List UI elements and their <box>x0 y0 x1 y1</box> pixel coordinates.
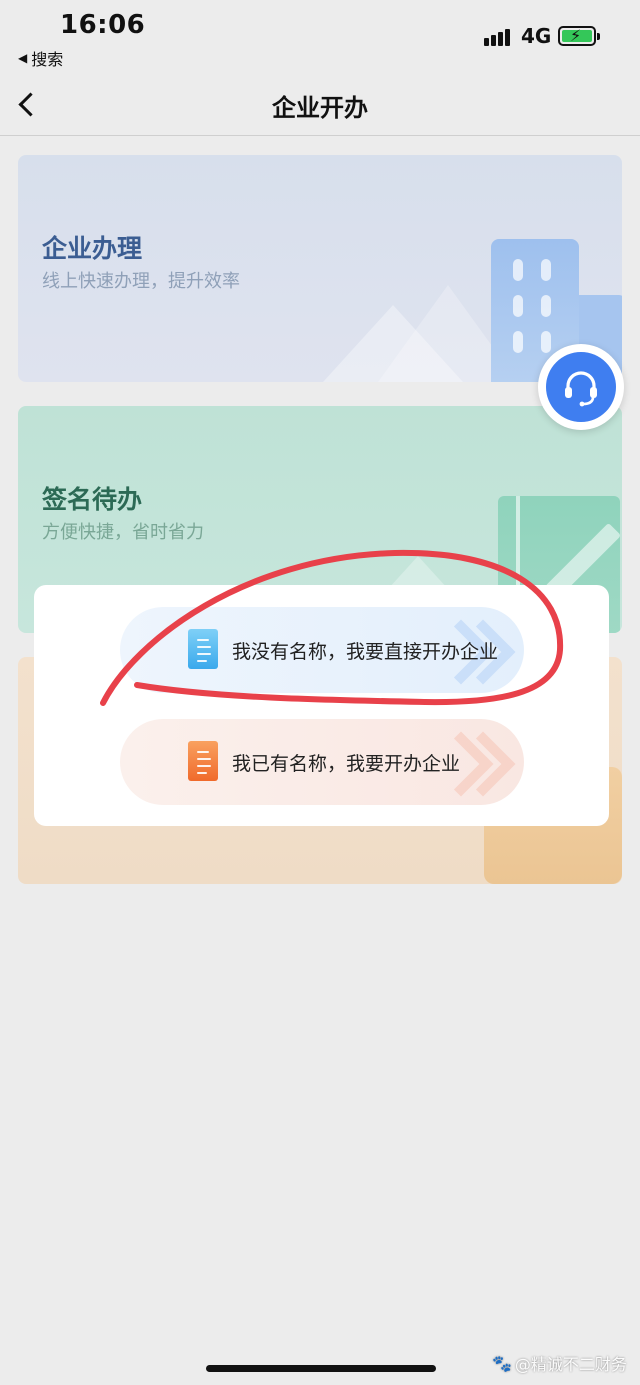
headset-icon <box>565 371 597 407</box>
home-indicator[interactable] <box>206 1365 436 1372</box>
back-to-app-link[interactable]: ◀ 搜索 <box>18 46 63 70</box>
status-bar: 16:06 ◀ 搜索 4G ⚡ <box>0 0 640 76</box>
watermark: 🐾 @精诚不二财务 <box>492 1351 627 1375</box>
back-triangle-icon: ◀ <box>18 51 28 65</box>
document-orange-icon <box>188 741 218 781</box>
paw-icon: 🐾 <box>492 1353 512 1373</box>
card-subtitle: 线上快速办理，提升效率 <box>42 271 240 292</box>
back-app-label: 搜索 <box>31 50 64 69</box>
option-no-name-button[interactable]: 我没有名称，我要直接开办企业 <box>120 607 524 693</box>
card-subtitle: 方便快捷，省时省力 <box>42 522 204 543</box>
option-label: 我已有名称，我要开办企业 <box>232 753 461 775</box>
document-blue-icon <box>188 629 218 669</box>
card-enterprise-handling[interactable]: 企业办理 线上快速办理，提升效率 <box>18 155 622 382</box>
customer-service-button[interactable] <box>538 344 624 430</box>
option-label: 我没有名称，我要直接开办企业 <box>232 641 499 663</box>
navigation-bar: 企业开办 <box>0 76 640 136</box>
cellular-signal-icon <box>484 26 516 46</box>
page-title: 企业开办 <box>272 94 368 122</box>
card-title: 签名待办 <box>42 485 143 514</box>
enterprise-setup-modal: 我没有名称，我要直接开办企业 我已有名称，我要开办企业 <box>34 585 609 826</box>
card-title: 企业办理 <box>42 234 143 263</box>
status-time: 16:06 <box>60 10 146 40</box>
option-has-name-button[interactable]: 我已有名称，我要开办企业 <box>120 719 524 805</box>
watermark-text: @精诚不二财务 <box>514 1355 627 1374</box>
battery-charging-icon: ⚡ <box>558 26 600 46</box>
mountain-decoration <box>323 305 463 382</box>
network-type: 4G <box>521 24 552 48</box>
